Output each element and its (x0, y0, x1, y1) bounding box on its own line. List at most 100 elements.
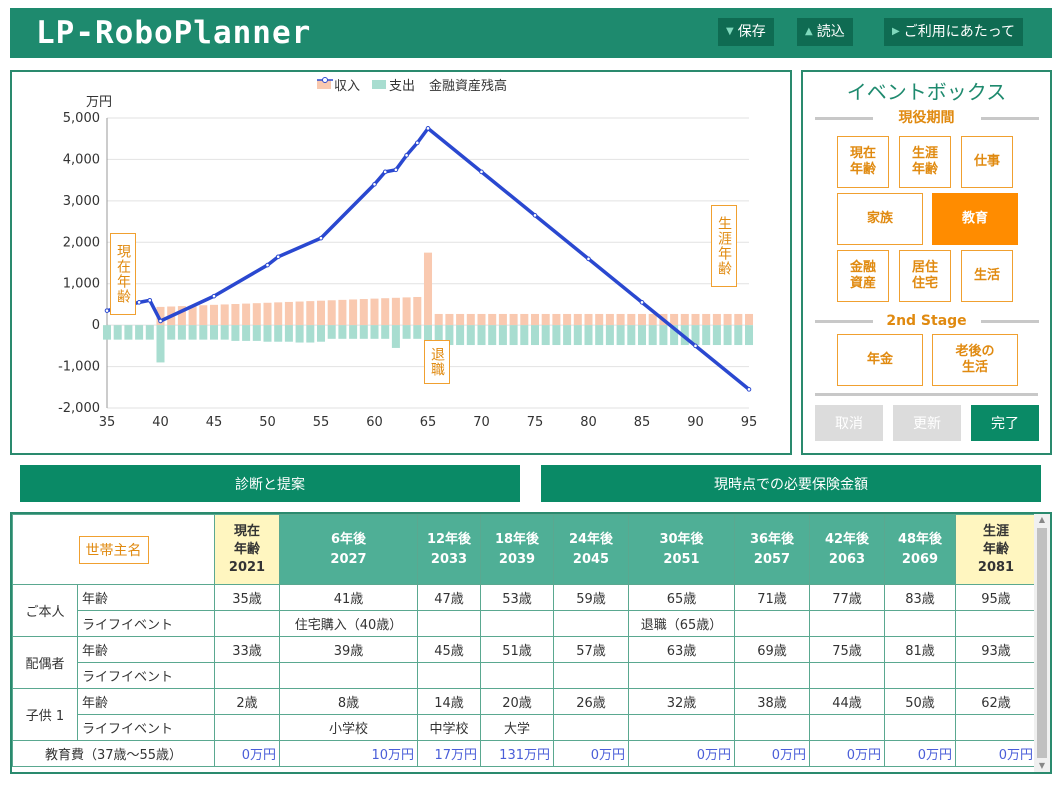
table-cell[interactable]: 59歳 (553, 584, 629, 611)
education-cost-cell[interactable]: 17万円 (417, 740, 481, 767)
table-cell[interactable] (734, 610, 810, 637)
table-cell[interactable] (214, 662, 280, 689)
table-cell[interactable] (884, 714, 956, 741)
table-cell[interactable]: 62歳 (955, 688, 1037, 715)
table-cell[interactable] (884, 662, 956, 689)
expense-bar[interactable] (199, 325, 208, 340)
save-button[interactable]: ▼ 保存 (718, 18, 774, 46)
table-cell[interactable]: 51歳 (480, 636, 554, 663)
income-bar[interactable] (231, 304, 240, 326)
balance-point[interactable] (532, 213, 538, 218)
income-bar[interactable] (370, 298, 379, 326)
expense-bar[interactable] (509, 325, 518, 346)
expense-bar[interactable] (327, 325, 336, 339)
education-cost-cell[interactable]: 131万円 (480, 740, 554, 767)
table-scrollbar[interactable]: ▲ ▼ (1034, 514, 1050, 772)
table-cell[interactable]: 57歳 (553, 636, 629, 663)
done-button[interactable]: 完了 (971, 405, 1039, 441)
balance-point[interactable] (104, 308, 110, 313)
expense-bar[interactable] (167, 325, 176, 340)
owner-name-button[interactable]: 世帯主名 (78, 535, 149, 564)
education-cost-cell[interactable]: 0万円 (809, 740, 885, 767)
expense-bar[interactable] (488, 325, 497, 346)
expense-bar[interactable] (712, 325, 721, 346)
table-cell[interactable]: 75歳 (809, 636, 885, 663)
table-cell[interactable] (955, 714, 1037, 741)
income-bar[interactable] (552, 313, 561, 326)
income-bar[interactable] (456, 313, 465, 326)
table-cell[interactable]: 住宅購入（40歳） (279, 610, 418, 637)
income-bar[interactable] (702, 313, 711, 326)
expense-bar[interactable] (102, 325, 112, 340)
balance-point[interactable] (479, 169, 484, 175)
diagnosis-button[interactable]: 診断と提案 (20, 465, 520, 502)
income-bar[interactable] (670, 313, 679, 326)
expense-bar[interactable] (498, 325, 507, 346)
balance-point[interactable] (382, 169, 388, 175)
expense-bar[interactable] (552, 325, 561, 346)
expense-bar[interactable] (135, 325, 144, 340)
expense-bar[interactable] (381, 325, 390, 339)
income-bar[interactable] (723, 313, 732, 326)
income-bar[interactable] (637, 313, 647, 326)
education-cost-cell[interactable]: 0万円 (214, 740, 280, 767)
expense-bar[interactable] (477, 325, 486, 346)
table-cell[interactable]: 65歳 (628, 584, 735, 611)
income-bar[interactable] (616, 313, 625, 326)
table-cell[interactable] (628, 714, 735, 741)
expense-bar[interactable] (124, 325, 133, 340)
table-cell[interactable] (214, 714, 280, 741)
income-bar[interactable] (220, 304, 229, 326)
table-cell[interactable]: 41歳 (279, 584, 418, 611)
event-pension-button[interactable]: 年金 (837, 334, 923, 386)
expense-bar[interactable] (402, 325, 411, 339)
income-bar[interactable] (605, 313, 614, 326)
required-insurance-button[interactable]: 現時点での必要保険金額 (541, 465, 1041, 502)
table-cell[interactable] (628, 662, 735, 689)
table-cell[interactable]: 81歳 (884, 636, 956, 663)
balance-point[interactable] (639, 300, 645, 305)
table-cell[interactable] (955, 662, 1037, 689)
expense-bar[interactable] (456, 325, 465, 346)
income-bar[interactable] (563, 313, 572, 326)
income-bar[interactable] (316, 300, 326, 326)
income-bar[interactable] (413, 296, 422, 326)
balance-point[interactable] (746, 387, 752, 392)
balance-point[interactable] (136, 300, 142, 305)
table-cell[interactable]: 退職（65歳） (628, 610, 735, 637)
table-cell[interactable] (553, 714, 629, 741)
expense-bar[interactable] (231, 325, 240, 341)
update-button[interactable]: 更新 (893, 405, 961, 441)
table-cell[interactable]: 中学校 (417, 714, 481, 741)
expense-bar[interactable] (145, 325, 154, 340)
expense-bar[interactable] (188, 325, 197, 340)
expense-bar[interactable] (349, 325, 358, 339)
balance-point[interactable] (158, 318, 163, 324)
table-cell[interactable]: 93歳 (955, 636, 1037, 663)
table-cell[interactable]: 33歳 (214, 636, 280, 663)
income-bar[interactable] (252, 303, 261, 326)
usage-notes-button[interactable]: ▶ ご利用にあたって (884, 18, 1024, 46)
table-cell[interactable]: 50歳 (884, 688, 956, 715)
current-age-marker[interactable]: 現在年齢 (110, 233, 136, 315)
expense-bar[interactable] (541, 325, 550, 346)
expense-bar[interactable] (316, 325, 326, 342)
expense-bar[interactable] (391, 325, 400, 348)
income-bar[interactable] (274, 302, 283, 326)
table-cell[interactable]: 45歳 (417, 636, 481, 663)
income-bar[interactable] (445, 313, 454, 326)
expense-bar[interactable] (637, 325, 647, 346)
event-life-button[interactable]: 生活 (961, 250, 1013, 302)
expense-bar[interactable] (659, 325, 668, 346)
income-bar[interactable] (520, 313, 529, 326)
expense-bar[interactable] (413, 325, 422, 339)
expense-bar[interactable] (209, 325, 219, 340)
event-retired-life-button[interactable]: 老後の 生活 (932, 334, 1018, 386)
expense-bar[interactable] (263, 325, 272, 342)
income-bar[interactable] (691, 313, 700, 326)
table-cell[interactable]: 47歳 (417, 584, 481, 611)
education-cost-cell[interactable]: 10万円 (279, 740, 418, 767)
income-bar[interactable] (573, 313, 582, 326)
balance-point[interactable] (372, 181, 377, 187)
table-cell[interactable] (734, 714, 810, 741)
